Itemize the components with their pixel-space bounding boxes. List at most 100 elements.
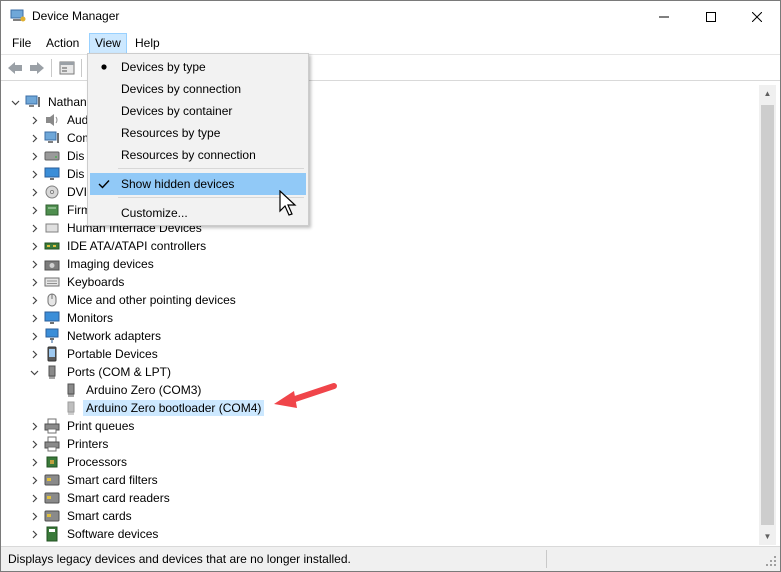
menu-mark-empty (90, 202, 118, 224)
tree-row[interactable]: Nathan (9, 93, 90, 111)
chevron-right-icon[interactable] (28, 237, 40, 255)
maximize-icon (706, 11, 716, 22)
tree-row[interactable]: Arduino Zero (COM3) (47, 381, 204, 399)
tree-row[interactable]: Smart card filters (28, 471, 161, 489)
smartcard-icon (44, 472, 60, 488)
chevron-right-icon[interactable] (28, 111, 40, 129)
speaker-icon (44, 112, 60, 128)
view-menu-item[interactable]: Resources by type (90, 122, 306, 144)
port-icon (63, 400, 79, 416)
chevron-right-icon[interactable] (28, 507, 40, 525)
chevron-right-icon[interactable] (28, 255, 40, 273)
tree-row[interactable]: Imaging devices (28, 255, 157, 273)
tree-row[interactable]: Portable Devices (28, 345, 161, 363)
chevron-right-icon[interactable] (28, 201, 40, 219)
dvd-icon (44, 184, 60, 200)
tree-row[interactable]: IDE ATA/ATAPI controllers (28, 237, 209, 255)
tree-row[interactable]: Aud (28, 111, 91, 129)
status-bar: Displays legacy devices and devices that… (1, 546, 780, 571)
camera-icon (44, 256, 60, 272)
view-menu-item[interactable]: Resources by connection (90, 144, 306, 166)
tree-row[interactable]: Print queues (28, 417, 137, 435)
resize-grip-icon[interactable] (765, 555, 777, 567)
chevron-right-icon[interactable] (28, 417, 40, 435)
chevron-right-icon[interactable] (28, 453, 40, 471)
tree-row[interactable]: Processors (28, 453, 130, 471)
tree-row[interactable]: Printers (28, 435, 111, 453)
menu-mark-empty (90, 144, 118, 166)
menu-help[interactable]: Help (129, 33, 166, 54)
tree-row-label: Network adapters (67, 329, 162, 343)
tree-row[interactable]: Monitors (28, 309, 116, 327)
tree-row[interactable]: DVI (28, 183, 90, 201)
toolbar-separator (51, 59, 52, 77)
chevron-right-icon[interactable] (28, 219, 40, 237)
view-menu-item[interactable]: Show hidden devices (90, 173, 306, 195)
tree-row-label: Portable Devices (67, 347, 158, 361)
chevron-down-icon[interactable] (28, 363, 40, 381)
menu-action[interactable]: Action (40, 33, 85, 54)
back-button[interactable] (5, 59, 25, 77)
minimize-icon (659, 16, 669, 17)
tree-row[interactable]: Smart card readers (28, 489, 173, 507)
chevron-right-icon[interactable] (28, 525, 40, 543)
view-menu-item[interactable]: Devices by connection (90, 78, 306, 100)
forward-button[interactable] (27, 59, 47, 77)
tree-row-label: Arduino Zero (COM3) (86, 383, 202, 397)
menu-view[interactable]: View (89, 33, 127, 54)
view-menu-item[interactable]: Customize... (90, 202, 306, 224)
chevron-right-icon[interactable] (28, 165, 40, 183)
chevron-right-icon[interactable] (28, 309, 40, 327)
status-separator (546, 550, 547, 568)
chevron-right-icon[interactable] (28, 489, 40, 507)
chevron-right-icon[interactable] (28, 273, 40, 291)
scroll-up-icon[interactable]: ▲ (759, 85, 776, 102)
back-arrow-icon (8, 62, 22, 74)
computer-icon (44, 130, 60, 146)
maximize-button[interactable] (688, 1, 734, 32)
toolbar-separator (81, 59, 82, 77)
chevron-right-icon[interactable] (28, 147, 40, 165)
chevron-down-icon[interactable] (9, 93, 21, 111)
view-menu-item-label: Show hidden devices (121, 177, 235, 191)
close-button[interactable] (734, 1, 780, 32)
vertical-scrollbar[interactable]: ▲ ▼ (759, 85, 776, 545)
tree-row-label: Dis (67, 167, 85, 181)
menu-file[interactable]: File (6, 33, 37, 54)
chevron-right-icon[interactable] (28, 471, 40, 489)
view-menu-item-label: Customize... (121, 206, 188, 220)
properties-button[interactable] (57, 59, 77, 77)
tree-row[interactable]: Dis (28, 147, 87, 165)
minimize-button[interactable] (641, 1, 687, 32)
tree-row[interactable]: Keyboards (28, 273, 127, 291)
keyboard-icon (44, 274, 60, 290)
menu-mark-empty (90, 122, 118, 144)
tree-row[interactable]: Com (28, 129, 95, 147)
tree-row[interactable]: Ports (COM & LPT) (28, 363, 174, 381)
chevron-right-icon[interactable] (28, 183, 40, 201)
view-menu-item-label: Devices by container (121, 104, 233, 118)
chevron-right-icon[interactable] (28, 129, 40, 147)
chevron-right-icon[interactable] (28, 345, 40, 363)
scroll-thumb[interactable] (761, 105, 774, 525)
tree-row-label: Monitors (67, 311, 114, 325)
view-menu-item[interactable]: Devices by type (90, 56, 306, 78)
chevron-right-icon[interactable] (28, 291, 40, 309)
monitor-icon (44, 166, 60, 182)
hid-icon (44, 220, 60, 236)
tree-row[interactable]: Arduino Zero bootloader (COM4) (47, 399, 265, 417)
smartcard-icon (44, 508, 60, 524)
tree-row[interactable]: Software devices (28, 525, 161, 543)
view-menu-item[interactable]: Devices by container (90, 100, 306, 122)
tree-row[interactable]: Network adapters (28, 327, 164, 345)
tree-row[interactable]: Smart cards (28, 507, 135, 525)
chevron-right-icon[interactable] (28, 327, 40, 345)
scroll-down-icon[interactable]: ▼ (759, 528, 776, 545)
tree-row[interactable]: Firm (28, 201, 94, 219)
tree-row[interactable]: Mice and other pointing devices (28, 291, 239, 309)
chevron-right-icon[interactable] (28, 435, 40, 453)
tree-row[interactable]: Dis (28, 165, 87, 183)
tree-row-label: Keyboards (67, 275, 125, 289)
tree-row-label: Software devices (67, 527, 159, 541)
